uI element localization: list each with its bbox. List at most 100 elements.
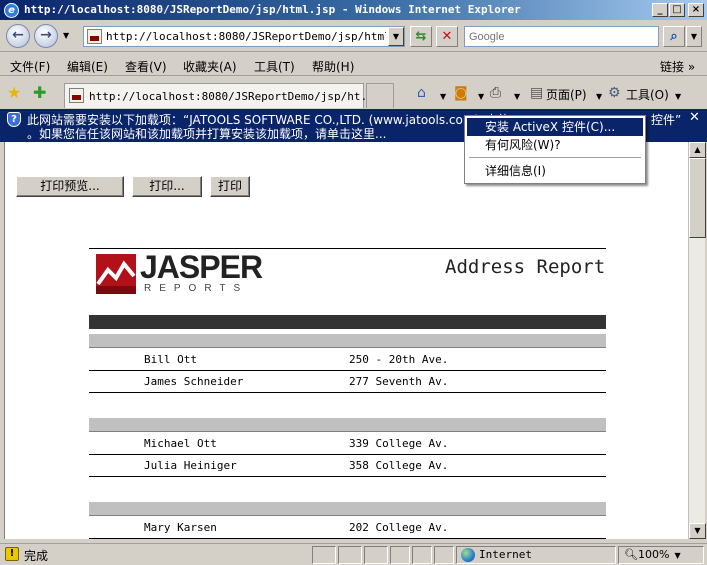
shield-question-icon: ? <box>7 112 21 127</box>
menu-view[interactable]: 查看(V) <box>125 58 167 75</box>
jasper-logo-mark-icon <box>96 254 136 294</box>
print-icon[interactable]: ⎙ <box>490 85 501 101</box>
tab-label: http://localhost:8080/JSReportDemo/jsp/h… <box>89 90 381 103</box>
infobar-message-tail: 控件” <box>651 113 682 127</box>
security-zone-label: Internet <box>479 548 532 561</box>
status-pane <box>434 546 454 564</box>
address-cell: 250 - 20th Ave. <box>349 353 449 366</box>
status-bar: ! 完成 Internet 🔍︎100% ▼ <box>0 543 707 565</box>
add-favorite-icon[interactable]: ✚ <box>33 85 46 101</box>
scroll-down-button[interactable]: ▼ <box>689 523 706 539</box>
stop-icon: ✕ <box>441 29 453 44</box>
gear-icon: ⚙ <box>608 85 621 101</box>
history-dropdown-icon[interactable]: ▼ <box>63 31 69 40</box>
status-text: 完成 <box>24 549 49 563</box>
status-pane <box>412 546 432 564</box>
table-row: Michael Ott 339 College Av. <box>89 433 606 455</box>
address-cell: 202 College Av. <box>349 521 449 534</box>
group-header-band <box>89 334 606 348</box>
menu-separator <box>469 157 641 158</box>
install-activex-menu-item[interactable]: 安装 ActiveX 控件(C)... <box>467 118 643 136</box>
more-info-menu-item[interactable]: 详细信息(I) <box>467 162 643 180</box>
address-toolbar: ← → ▼ ▼ ⇆ ✕ ⌕ ▼ <box>0 20 707 52</box>
globe-icon <box>461 548 475 562</box>
address-cell: 277 Seventh Av. <box>349 375 449 388</box>
maximize-button[interactable]: □ <box>669 3 685 17</box>
address-input[interactable] <box>106 29 386 44</box>
favorites-star-icon[interactable]: ★ <box>7 85 21 101</box>
infobar-message-line2: 。如果您信任该网站和该加载项并打算安装该加载项，请单击这里... <box>27 127 387 141</box>
address-cell: 358 College Av. <box>349 459 449 472</box>
zoom-value: 100% <box>637 548 670 561</box>
feeds-dropdown-icon[interactable]: ▼ <box>478 89 484 105</box>
links-toolbar-label[interactable]: 链接 » <box>660 58 695 75</box>
refresh-button[interactable]: ⇆ <box>410 26 432 47</box>
group-header-band <box>89 418 606 432</box>
zoom-level[interactable]: 🔍︎100% ▼ <box>624 548 681 561</box>
feeds-icon[interactable]: ◙ <box>454 85 468 101</box>
logo-word: JASPER <box>140 249 263 285</box>
menu-edit[interactable]: 编辑(E) <box>67 58 108 75</box>
forward-button[interactable]: → <box>34 24 58 48</box>
warning-icon[interactable]: ! <box>5 547 19 561</box>
page-menu-button[interactable]: 页面(P) <box>546 86 587 103</box>
page-dropdown-icon[interactable]: ▼ <box>596 89 602 105</box>
infobar-close-icon[interactable]: ✕ <box>689 110 700 125</box>
zoom-magnifier-icon: 🔍︎ <box>624 548 638 561</box>
new-tab-button[interactable] <box>366 83 394 108</box>
status-pane <box>364 546 388 564</box>
print-preview-button[interactable]: 打印预览... <box>16 176 124 197</box>
back-button[interactable]: ← <box>6 24 30 48</box>
name-cell: Julia Heiniger <box>144 459 237 472</box>
what-is-risk-menu-item[interactable]: 有何风险(W)? <box>467 136 643 154</box>
tools-dropdown-icon[interactable]: ▼ <box>675 89 681 105</box>
menu-favorites[interactable]: 收藏夹(A) <box>183 58 237 75</box>
minimize-button[interactable]: _ <box>652 3 668 17</box>
status-pane <box>390 546 410 564</box>
jasper-reports-logo: JASPER REPORTS <box>96 249 263 297</box>
table-row: Julia Heiniger 358 College Av. <box>89 455 606 477</box>
page-content: 打印预览... 打印... 打印 JASPER REPORTS Address … <box>4 142 688 539</box>
table-row: Bill Ott 250 - 20th Ave. <box>89 349 606 371</box>
tab-current[interactable]: http://localhost:8080/JSReportDemo/jsp/h… <box>64 83 380 108</box>
menu-help[interactable]: 帮助(H) <box>312 58 354 75</box>
home-dropdown-icon[interactable]: ▼ <box>440 89 446 105</box>
print-dropdown-icon[interactable]: ▼ <box>514 89 520 105</box>
links-label: 链接 <box>660 60 685 74</box>
address-cell: 339 College Av. <box>349 437 449 450</box>
stop-button[interactable]: ✕ <box>436 26 458 47</box>
search-options-dropdown[interactable]: ▼ <box>686 26 702 47</box>
search-icon: ⌕ <box>670 29 678 44</box>
scroll-thumb[interactable] <box>689 158 706 238</box>
print-button[interactable]: 打印 <box>210 176 250 197</box>
column-header-bar <box>89 315 606 329</box>
forward-arrow-icon: → <box>40 27 52 43</box>
search-button[interactable]: ⌕ <box>663 26 685 47</box>
logo-subword: REPORTS <box>144 283 249 294</box>
menu-file[interactable]: 文件(F) <box>10 58 50 75</box>
tools-menu-button[interactable]: 工具(O) <box>626 86 669 103</box>
window-title: http://localhost:8080/JSReportDemo/jsp/h… <box>24 3 521 16</box>
vertical-scrollbar[interactable]: ▲ ▼ <box>688 142 706 539</box>
group-header-band <box>89 502 606 516</box>
page-favicon-icon <box>87 29 102 44</box>
zoom-dropdown-icon: ▼ <box>669 551 681 560</box>
refresh-icon: ⇆ <box>415 29 427 44</box>
close-window-button[interactable]: × <box>688 3 704 17</box>
print-dialog-button[interactable]: 打印... <box>132 176 202 197</box>
tab-favicon-icon <box>69 88 84 103</box>
table-row: James Schneider 277 Seventh Av. <box>89 371 606 393</box>
search-input[interactable] <box>469 29 654 44</box>
ie-logo-icon: e <box>4 3 19 18</box>
back-arrow-icon: ← <box>12 27 24 43</box>
search-box[interactable] <box>464 26 659 47</box>
name-cell: Michael Ott <box>144 437 217 450</box>
name-cell: Bill Ott <box>144 353 197 366</box>
scroll-up-button[interactable]: ▲ <box>689 142 706 158</box>
menu-tools[interactable]: 工具(T) <box>254 58 295 75</box>
name-cell: Mary Karsen <box>144 521 217 534</box>
home-icon[interactable]: ⌂ <box>417 85 426 101</box>
address-dropdown-button[interactable]: ▼ <box>388 27 404 46</box>
address-box[interactable] <box>83 26 405 47</box>
infobar-context-menu: 安装 ActiveX 控件(C)... 有何风险(W)? 详细信息(I) <box>464 115 646 184</box>
